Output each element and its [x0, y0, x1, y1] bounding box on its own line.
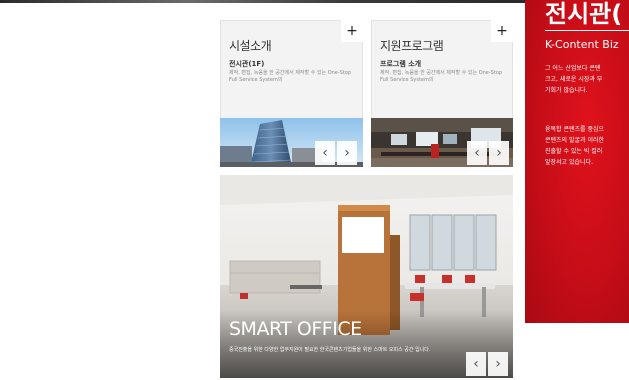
smart-office-title: SMART OFFICE — [229, 318, 362, 340]
program-more-button[interactable]: + — [491, 20, 513, 42]
program-card[interactable]: 지원프로그램 + 프로그램 소개 제작, 편집, 녹음을 한 공간에서 제작할 … — [371, 20, 513, 167]
facility-card-description: 제작, 편집, 녹음을 한 공간에서 제작할 수 있는 One-Stop Ful… — [229, 70, 352, 83]
smart-office-description: 중국진출을 위한 다양한 업무지원이 필요한 한국콘텐츠기업들을 위한 스마트 … — [229, 347, 431, 353]
heading-divider — [545, 30, 629, 31]
program-next-button[interactable]: › — [489, 141, 509, 165]
exhibition-hall-panel: 전시관( K-Content Biz 그 어느 산업보다 콘텐 크고, 새로운 … — [525, 0, 629, 323]
program-prev-button[interactable]: ‹ — [467, 141, 487, 165]
facility-more-button[interactable]: + — [341, 20, 363, 42]
exhibition-hall-paragraph-1: 그 어느 산업보다 콘텐 크고, 새로운 시장과 부 기회가 많습니다. — [545, 65, 603, 94]
smart-office-card[interactable]: SMART OFFICE 중국진출을 위한 다양한 업무지원이 필요한 한국콘텐… — [220, 175, 513, 378]
office-prev-button[interactable]: ‹ — [466, 352, 486, 376]
facility-card-subtitle: 전시관(1F) — [229, 60, 265, 68]
office-next-button[interactable]: › — [488, 352, 508, 376]
facility-prev-button[interactable]: ‹ — [315, 141, 335, 165]
exhibition-hall-paragraph-2: 융복합 콘텐츠를 중심으 콘텐츠의 발굴과 이러한 진출할 수 있는 빅 컬러 … — [545, 126, 605, 166]
program-card-description: 제작, 편집, 녹음을 한 공간에서 제작할 수 있는 One-Stop Ful… — [380, 70, 503, 83]
program-card-title: 지원프로그램 — [380, 39, 444, 53]
facility-card[interactable]: 시설소개 + 전시관(1F) 제작, 편집, 녹음을 한 공간에서 제작할 수 … — [220, 20, 363, 167]
exhibition-hall-heading: 전시관( — [545, 0, 623, 28]
exhibition-hall-subheading: K-Content Biz — [545, 38, 619, 51]
facility-next-button[interactable]: › — [337, 141, 357, 165]
program-card-subtitle: 프로그램 소개 — [380, 60, 422, 68]
facility-card-title: 시설소개 — [229, 39, 272, 53]
